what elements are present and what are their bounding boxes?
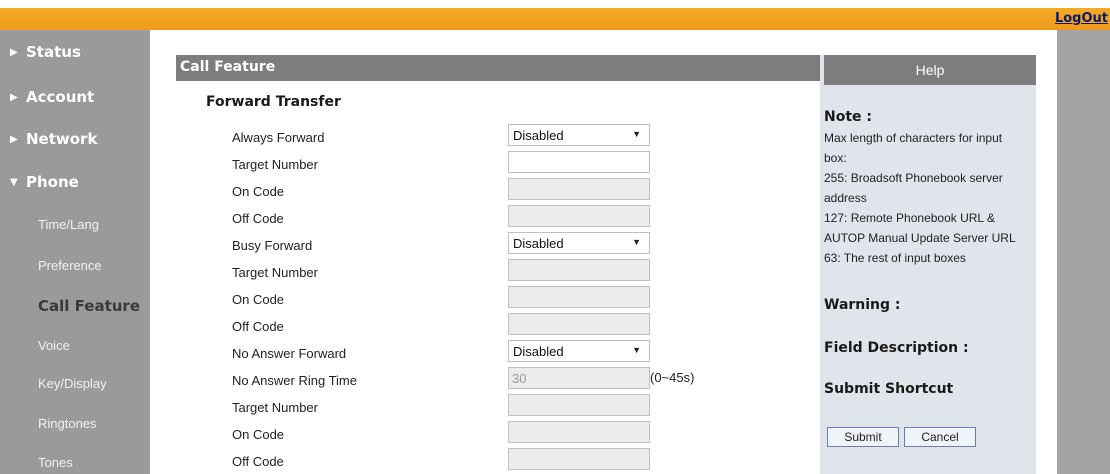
section-title: Forward Transfer [206, 94, 341, 110]
ring-time-label: No Answer Ring Time [232, 373, 357, 388]
busy-on-code-label: On Code [232, 292, 285, 307]
note-line: 127: Remote Phonebook URL & [824, 211, 995, 225]
note-line: 255: Broadsoft Phonebook server [824, 171, 1003, 185]
nav-sub-preference[interactable]: Preference [38, 258, 102, 273]
nav-item-label: Phone [26, 173, 79, 191]
busy-on-code-input[interactable] [508, 286, 650, 308]
nav-sub-call-feature[interactable]: Call Feature [38, 297, 140, 315]
busy-target-input[interactable] [508, 259, 650, 281]
dropdown-arrow-icon: ▼ [632, 237, 641, 247]
help-title: Help [915, 62, 945, 78]
note-line: Max length of characters for input [824, 131, 1003, 145]
note-line: address [824, 191, 867, 205]
warning-heading: Warning : [824, 297, 901, 313]
select-value: Disabled [513, 128, 564, 143]
nav-item-phone[interactable]: ▼ Phone [10, 173, 79, 191]
help-header: Help [824, 55, 1036, 85]
always-off-code-input[interactable] [508, 205, 650, 227]
right-margin [1057, 30, 1110, 474]
logout-link[interactable]: LogOut [1055, 11, 1108, 26]
no-answer-on-code-label: On Code [232, 427, 285, 442]
always-forward-select[interactable]: Disabled ▼ [508, 124, 650, 146]
no-answer-on-code-input[interactable] [508, 421, 650, 443]
no-answer-target-input[interactable] [508, 394, 650, 416]
select-value: Disabled [513, 344, 564, 359]
no-answer-off-code-label: Off Code [232, 454, 284, 469]
ring-time-unit: (0~45s) [650, 370, 695, 385]
always-target-label: Target Number [232, 157, 318, 172]
always-on-code-input[interactable] [508, 178, 650, 200]
sidebar: ▶ Status ▶ Account ▶ Network ▼ Phone Time/La… [0, 30, 150, 474]
note-line: box: [824, 151, 847, 165]
cancel-button[interactable]: Cancel [904, 427, 976, 447]
dropdown-arrow-icon: ▼ [632, 345, 641, 355]
always-on-code-label: On Code [232, 184, 285, 199]
busy-off-code-label: Off Code [232, 319, 284, 334]
always-off-code-label: Off Code [232, 211, 284, 226]
nav-item-network[interactable]: ▶ Network [10, 130, 97, 148]
ring-time-input[interactable]: 30 [508, 367, 650, 389]
top-bar: LogOut [0, 0, 1110, 30]
expand-arrow-icon: ▶ [10, 92, 18, 103]
field-description-heading: Field Description : [824, 340, 969, 356]
nav-item-label: Network [26, 130, 98, 148]
nav-sub-tones[interactable]: Tones [38, 455, 73, 470]
no-answer-off-code-input[interactable] [508, 448, 650, 470]
nav-sub-ringtones[interactable]: Ringtones [38, 416, 97, 431]
dropdown-arrow-icon: ▼ [632, 129, 641, 139]
busy-forward-select[interactable]: Disabled ▼ [508, 232, 650, 254]
select-value: Disabled [513, 236, 564, 251]
nav-item-label: Account [26, 88, 95, 106]
nav-item-status[interactable]: ▶ Status [10, 43, 81, 61]
main-panel: Call Feature Forward Transfer Always For… [150, 30, 1057, 474]
no-answer-forward-select[interactable]: Disabled ▼ [508, 340, 650, 362]
note-line: 63: The rest of input boxes [824, 251, 966, 265]
nav-sub-time-lang[interactable]: Time/Lang [38, 217, 99, 232]
busy-forward-label: Busy Forward [232, 238, 313, 253]
top-bar-stripe [0, 0, 1110, 8]
expand-arrow-icon: ▶ [10, 47, 18, 58]
busy-off-code-input[interactable] [508, 313, 650, 335]
nav-item-account[interactable]: ▶ Account [10, 88, 94, 106]
note-heading: Note : [824, 109, 872, 125]
panel-title: Call Feature [180, 59, 276, 75]
help-panel: Help Note : Max length of characters for… [820, 55, 1036, 474]
no-answer-target-label: Target Number [232, 400, 318, 415]
expand-arrow-icon: ▶ [10, 134, 18, 145]
nav-sub-key-display[interactable]: Key/Display [38, 376, 107, 391]
nav-item-label: Status [26, 43, 81, 61]
submit-button[interactable]: Submit [827, 427, 899, 447]
no-answer-forward-label: No Answer Forward [232, 346, 347, 361]
nav-sub-voice[interactable]: Voice [38, 338, 70, 353]
collapse-arrow-icon: ▼ [10, 177, 18, 188]
busy-target-label: Target Number [232, 265, 318, 280]
submit-shortcut-heading: Submit Shortcut [824, 381, 954, 397]
note-line: AUTOP Manual Update Server URL [824, 231, 1016, 245]
always-forward-label: Always Forward [232, 130, 325, 145]
always-target-input[interactable] [508, 151, 650, 173]
